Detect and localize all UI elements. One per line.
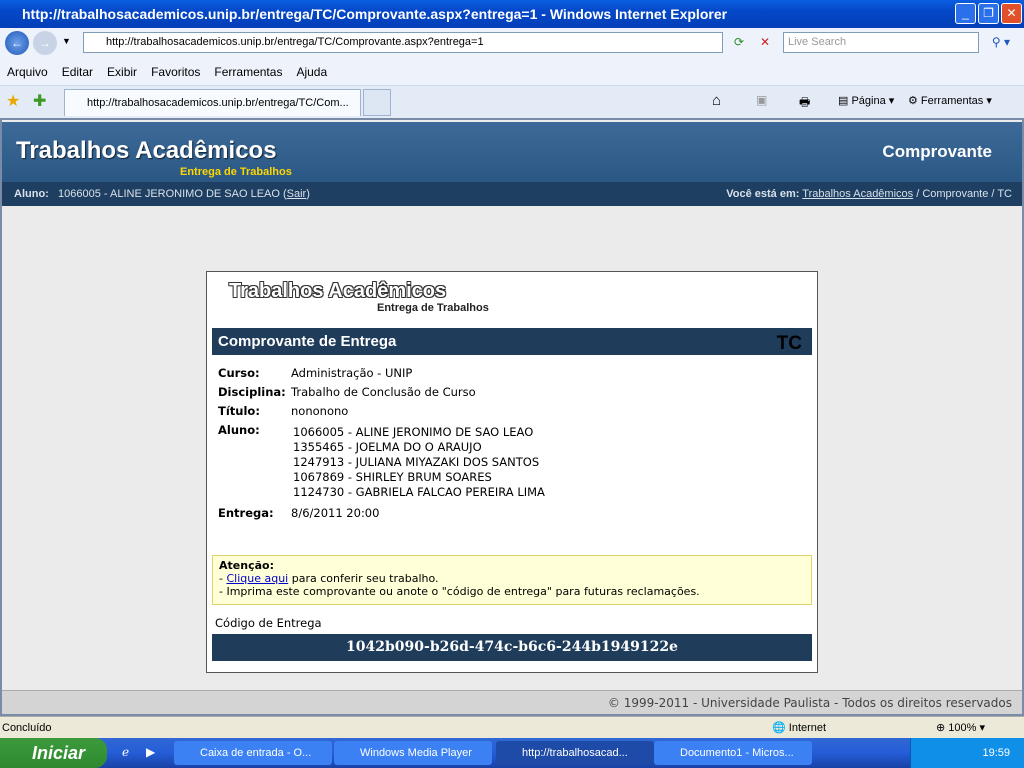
favorites-star-icon[interactable]: ★ xyxy=(6,91,20,111)
student-item: 1067869 - SHIRLEY BRUM SOARES xyxy=(293,470,492,484)
globe-icon: 🌐 xyxy=(772,722,786,734)
menu-favoritos[interactable]: Favoritos xyxy=(144,58,207,86)
status-text: Concluído xyxy=(2,722,52,734)
breadcrumb-home-link[interactable]: Trabalhos Acadêmicos xyxy=(802,188,913,200)
menu-exibir[interactable]: Exibir xyxy=(100,58,144,86)
clock: 19:59 xyxy=(982,747,1010,759)
quicklaunch-ie-icon[interactable]: ℯ xyxy=(122,745,129,759)
site-header: Trabalhos Acadêmicos Entrega de Trabalho… xyxy=(2,122,1022,182)
disciplina-value: Trabalho de Conclusão de Curso xyxy=(291,385,476,399)
home-icon[interactable]: ⌂ xyxy=(712,92,721,109)
site-title: Trabalhos Acadêmicos xyxy=(16,137,277,164)
attention-line1-rest: para conferir seu trabalho. xyxy=(288,572,439,585)
student-item: 1066005 - ALINE JERONIMO DE SAO LEAO xyxy=(293,425,534,439)
url-input[interactable]: http://trabalhosacademicos.unip.br/entre… xyxy=(83,32,723,53)
tools-menu-label: Ferramentas xyxy=(920,95,984,107)
receipt-logo-title: Trabalhos Acadêmicos xyxy=(229,280,447,302)
menu-editar[interactable]: Editar xyxy=(55,58,100,86)
menu-ferramentas[interactable]: Ferramentas xyxy=(207,58,289,86)
quicklaunch-media-icon[interactable]: ▶ xyxy=(146,745,155,759)
titulo-label: Título: xyxy=(218,404,260,418)
system-tray: 19:59 xyxy=(910,738,1024,768)
new-tab-button[interactable] xyxy=(363,89,391,116)
search-icon[interactable]: ⚲ ▾ xyxy=(984,32,1018,53)
close-button[interactable]: ✕ xyxy=(1001,3,1022,24)
menu-arquivo[interactable]: Arquivo xyxy=(0,58,55,86)
course-type-badge: TC xyxy=(776,333,802,354)
receipt-heading: Comprovante de Entrega TC xyxy=(212,328,812,355)
menu-bar: Arquivo Editar Exibir Favoritos Ferramentas A… xyxy=(0,58,1024,86)
page-section-title: Comprovante xyxy=(882,142,992,161)
zoom-control[interactable]: ⊕ 100% ▾ xyxy=(936,717,985,739)
student-item: 1247913 - JULIANA MIYAZAKI DOS SANTOS xyxy=(293,455,540,469)
task-ie[interactable]: http://trabalhosacad... xyxy=(496,741,654,765)
task-outlook[interactable]: Caixa de entrada - O... xyxy=(174,741,332,765)
entrega-label: Entrega: xyxy=(218,506,274,520)
check-work-link[interactable]: Clique aqui xyxy=(226,572,288,585)
tools-menu[interactable]: ⚙ Ferramentas ▾ xyxy=(908,94,992,107)
delivery-code: 1042b090-b26d-474c-b6c6-244b1949122e xyxy=(212,634,812,661)
minimize-button[interactable]: _ xyxy=(955,3,976,24)
aluno-label: Aluno: xyxy=(218,423,260,437)
browser-tab[interactable]: http://trabalhosacademicos.unip.br/entre… xyxy=(64,89,361,116)
menu-ajuda[interactable]: Ajuda xyxy=(289,58,334,86)
window-title: http://trabalhosacademicos.unip.br/entre… xyxy=(22,6,728,22)
logout-link[interactable]: Sair xyxy=(287,188,307,200)
address-bar-row: ← → ▼ http://trabalhosacademicos.unip.br… xyxy=(0,28,1024,58)
user-bar: Aluno: 1066005 - ALINE JERONIMO DE SAO L… xyxy=(2,182,1022,206)
location-label: Você está em: xyxy=(726,188,800,200)
student-label: Aluno: xyxy=(14,188,49,200)
student-item: 1124730 - GABRIELA FALCAO PEREIRA LIMA xyxy=(293,485,545,499)
titulo-value: nononono xyxy=(291,404,349,418)
print-icon[interactable]: 🖶 xyxy=(799,93,810,114)
history-dropdown-icon[interactable]: ▼ xyxy=(62,36,71,46)
close-paren: ) xyxy=(306,188,310,200)
disciplina-label: Disciplina: xyxy=(218,385,286,399)
add-favorite-icon[interactable]: ✚ xyxy=(33,91,46,111)
task-word[interactable]: Documento1 - Micros... xyxy=(654,741,812,765)
page-footer: © 1999-2011 - Universidade Paulista - To… xyxy=(2,690,1022,714)
tab-bar: ★ ✚ http://trabalhosacademicos.unip.br/e… xyxy=(0,86,1024,118)
start-button[interactable]: Iniciar xyxy=(0,738,107,768)
page-menu[interactable]: ▤ Página ▾ xyxy=(838,94,894,107)
site-subtitle: Entrega de Trabalhos xyxy=(180,166,292,178)
page-menu-label: Página xyxy=(851,95,886,107)
stop-icon[interactable]: ✕ xyxy=(755,32,775,53)
entrega-value: 8/6/2011 20:00 xyxy=(291,506,380,520)
student-item: 1355465 - JOELMA DO O ARAUJO xyxy=(293,440,482,454)
breadcrumb-rest: / Comprovante / TC xyxy=(913,188,1012,200)
forward-button[interactable]: → xyxy=(33,31,57,55)
taskbar: Iniciar ℯ ▶ Caixa de entrada - O... Wind… xyxy=(0,738,1024,768)
maximize-button[interactable]: ❐ xyxy=(978,3,999,24)
student-list: 1066005 - ALINE JERONIMO DE SAO LEAO 135… xyxy=(293,425,545,500)
receipt-box: Trabalhos Acadêmicos Entrega de Trabalho… xyxy=(206,271,818,673)
curso-value: Administração - UNIP xyxy=(291,366,413,380)
receipt-logo-subtitle: Entrega de Trabalhos xyxy=(377,302,489,314)
back-button[interactable]: ← xyxy=(5,31,29,55)
receipt-heading-text: Comprovante de Entrega xyxy=(218,333,397,350)
task-media-player[interactable]: Windows Media Player xyxy=(334,741,492,765)
attention-box: Atenção: - Clique aqui para conferir seu… xyxy=(212,555,812,605)
web-page: Trabalhos Acadêmicos Entrega de Trabalho… xyxy=(0,118,1024,716)
feeds-icon[interactable]: ▣ xyxy=(756,93,767,107)
status-bar: Concluído 🌐 Internet ⊕ 100% ▾ xyxy=(0,716,1024,738)
zone-indicator: 🌐 Internet xyxy=(772,717,826,739)
code-label: Código de Entrega xyxy=(215,616,322,630)
window-title-bar: http://trabalhosacademicos.unip.br/entre… xyxy=(0,0,1024,28)
student-value: 1066005 - ALINE JERONIMO DE SAO LEAO ( xyxy=(58,188,287,200)
curso-label: Curso: xyxy=(218,366,260,380)
zone-label: Internet xyxy=(788,722,827,734)
zoom-level: 100% xyxy=(948,722,977,734)
attention-line2: - Imprima este comprovante ou anote o "c… xyxy=(219,585,700,598)
refresh-icon[interactable]: ⟳ xyxy=(729,32,749,53)
attention-title: Atenção: xyxy=(219,559,274,572)
search-input[interactable]: Live Search xyxy=(783,32,979,53)
